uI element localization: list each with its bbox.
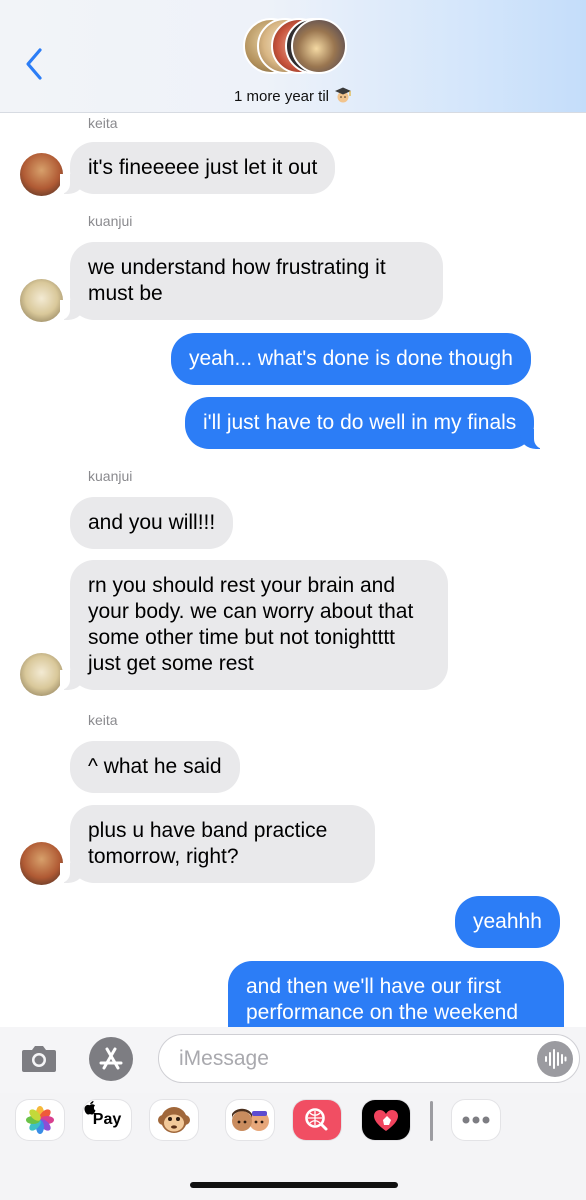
message-bubble-incoming[interactable]: ^ what he said (70, 741, 240, 793)
group-title[interactable]: 1 more year til (0, 86, 586, 105)
message-bubble-outgoing[interactable]: yeahhh (455, 896, 560, 948)
image-search-button[interactable] (293, 1100, 341, 1140)
app-store-icon (99, 1047, 123, 1070)
audio-message-button[interactable] (537, 1041, 573, 1077)
home-indicator[interactable] (190, 1182, 398, 1188)
more-apps-button[interactable] (452, 1100, 500, 1140)
sender-name-kuanjui: kuanjui (88, 468, 133, 484)
message-field[interactable] (158, 1034, 580, 1083)
group-title-text: 1 more year til (233, 88, 330, 105)
animoji-icon (158, 1107, 190, 1133)
digital-touch-icon (374, 1110, 398, 1131)
apple-pay-icon: Pay (83, 1100, 131, 1140)
apple-logo-icon (84, 1101, 96, 1115)
apple-pay-button[interactable]: Pay (83, 1100, 131, 1140)
sender-name-kuanjui: kuanjui (88, 213, 133, 229)
message-bubble-incoming[interactable]: we understand how frustrating it must be (60, 242, 443, 320)
waveform-icon (545, 1049, 567, 1069)
app-strip-divider (430, 1101, 433, 1141)
more-apps-icon (462, 1116, 490, 1124)
message-bubble-incoming[interactable]: rn you should rest your brain and your b… (60, 560, 448, 690)
message-bubble-incoming[interactable]: it's fineeeee just let it out (59, 142, 336, 194)
kuanjui-avatar[interactable] (20, 279, 63, 322)
digital-touch-button[interactable] (362, 1100, 410, 1140)
sender-name-keita: keita (88, 115, 118, 131)
memoji-button[interactable] (226, 1100, 274, 1140)
message-bubble-outgoing[interactable]: yeah... what's done is done though (171, 333, 531, 385)
back-button[interactable] (18, 44, 52, 84)
message-bubble-outgoing[interactable]: i'll just have to do well in my finals (185, 397, 545, 449)
message-bubble-incoming[interactable]: and you will!!! (70, 497, 234, 549)
animoji-button[interactable] (150, 1100, 198, 1140)
group-avatars[interactable] (243, 18, 347, 76)
graduate-emoji-icon (334, 86, 352, 104)
image-search-icon (305, 1108, 328, 1131)
conversation-header: 1 more year til (0, 0, 586, 113)
group-avatar (291, 18, 347, 74)
kuanjui-avatar[interactable] (20, 653, 63, 696)
photos-app-button[interactable] (16, 1100, 64, 1140)
imessage-app-strip: Pay (0, 1093, 586, 1200)
app-store-button[interactable] (89, 1037, 133, 1081)
keita-avatar[interactable] (20, 153, 63, 196)
memoji-icon (232, 1108, 269, 1131)
sender-name-keita: keita (88, 712, 118, 728)
keita-avatar[interactable] (20, 842, 63, 885)
apple-pay-label: Pay (92, 1111, 122, 1128)
message-input[interactable] (179, 1045, 509, 1073)
photos-icon (26, 1106, 54, 1134)
camera-icon (22, 1046, 56, 1072)
message-bubble-incoming[interactable]: plus u have band practice tomorrow, righ… (60, 805, 375, 883)
message-bubble-outgoing[interactable]: and then we'll have our first performanc… (228, 961, 564, 1027)
camera-button[interactable] (20, 1041, 58, 1075)
compose-bar (0, 1027, 586, 1093)
chevron-left-icon (26, 48, 42, 80)
